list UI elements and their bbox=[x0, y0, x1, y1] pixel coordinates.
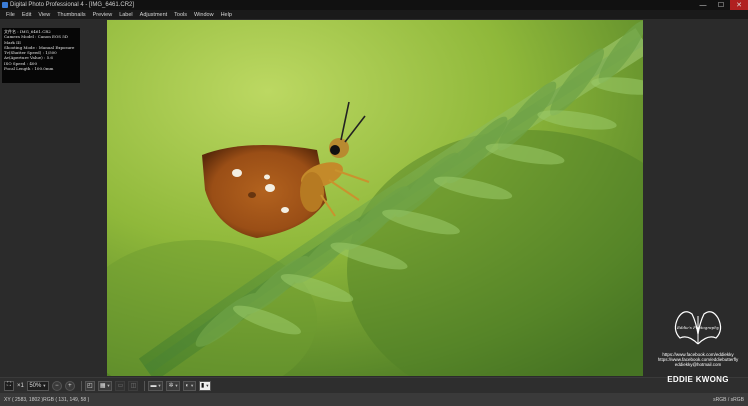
compare-icon[interactable]: ▭ bbox=[115, 380, 126, 391]
zoom-out-button[interactable]: − bbox=[51, 380, 62, 391]
zoom-level-value: 50% bbox=[29, 382, 42, 389]
photo-preview[interactable] bbox=[107, 20, 643, 376]
close-button[interactable]: ✕ bbox=[730, 0, 748, 10]
menu-preview[interactable]: Preview bbox=[93, 12, 113, 18]
menu-file[interactable]: File bbox=[6, 12, 15, 18]
settings-icon[interactable]: ✲ ▼ bbox=[166, 380, 181, 391]
color-mode-icon[interactable]: ◐ ▼ bbox=[183, 380, 197, 391]
split-view-icon[interactable]: ◫ bbox=[128, 380, 139, 391]
menu-view[interactable]: View bbox=[38, 12, 50, 18]
menu-bar: File Edit View Thumbnails Preview Label … bbox=[0, 10, 748, 19]
menu-edit[interactable]: Edit bbox=[22, 12, 31, 18]
email-text: eddiekky@hotmail.com bbox=[674, 362, 722, 367]
title-bar: Digital Photo Professional 4 - [IMG_6461… bbox=[0, 0, 748, 10]
photographer-name: EDDIE KWONG bbox=[667, 375, 729, 384]
logo-text: Eddie's Photography bbox=[676, 325, 720, 330]
menu-label[interactable]: Label bbox=[119, 12, 132, 18]
af-point-icon[interactable]: ▬ ▼ bbox=[148, 380, 164, 391]
preview-area: 文件名 : IMG_6461.CR2 Camera Model : Canon … bbox=[0, 19, 748, 377]
menu-adjustment[interactable]: Adjustment bbox=[140, 12, 168, 18]
menu-window[interactable]: Window bbox=[194, 12, 214, 18]
info-line: Focal Length : 100.0mm bbox=[4, 66, 54, 72]
grid-icon[interactable]: ▦ ▼ bbox=[97, 380, 113, 391]
bottom-toolbar: ⛶ ×1 50% ▼ − + ◰ ▦ ▼ ▭ ◫ ▬ ▼ ✲ ▼ ◐ ▼ ▮ ▼ bbox=[0, 377, 748, 393]
menu-tools[interactable]: Tools bbox=[174, 12, 187, 18]
toolbar-divider bbox=[144, 380, 146, 391]
info-line: Camera Model : Canon EOS 5D Mark III bbox=[4, 34, 69, 45]
toolbar-divider bbox=[80, 380, 82, 391]
butterfly-photo bbox=[107, 20, 643, 376]
fit-window-icon[interactable]: ⛶ bbox=[4, 380, 14, 391]
menu-thumbnails[interactable]: Thumbnails bbox=[57, 12, 85, 18]
status-bar: XY ( 2583, 1802 )RGB ( 131, 149, 58 ) sR… bbox=[0, 393, 748, 406]
window-title: Digital Photo Professional 4 - [IMG_6461… bbox=[10, 2, 135, 8]
maximize-button[interactable]: ☐ bbox=[712, 0, 730, 10]
window-controls: — ☐ ✕ bbox=[694, 0, 748, 10]
minimize-button[interactable]: — bbox=[694, 0, 712, 10]
shooting-info-overlay: 文件名 : IMG_6461.CR2 Camera Model : Canon … bbox=[2, 28, 80, 83]
app-icon bbox=[2, 2, 8, 8]
menu-help[interactable]: Help bbox=[221, 12, 232, 18]
zoom-level-select[interactable]: 50% ▼ bbox=[26, 380, 49, 391]
zoom-out-icon: − bbox=[55, 382, 59, 389]
crop-icon[interactable]: ◰ bbox=[84, 380, 95, 391]
pixel-readout: XY ( 2583, 1802 )RGB ( 131, 149, 58 ) bbox=[4, 396, 90, 403]
watermark: Eddie's Photography https://www.facebook… bbox=[650, 304, 746, 376]
zoom-in-button[interactable]: + bbox=[64, 380, 75, 391]
zoom-100-button[interactable]: ×1 bbox=[17, 383, 24, 389]
chevron-down-icon: ▼ bbox=[42, 383, 47, 388]
zoom-in-icon: + bbox=[68, 382, 72, 389]
color-space-readout: sRGB / sRGB bbox=[713, 396, 744, 403]
info-toggle-icon[interactable]: ▮ ▼ bbox=[199, 380, 212, 391]
